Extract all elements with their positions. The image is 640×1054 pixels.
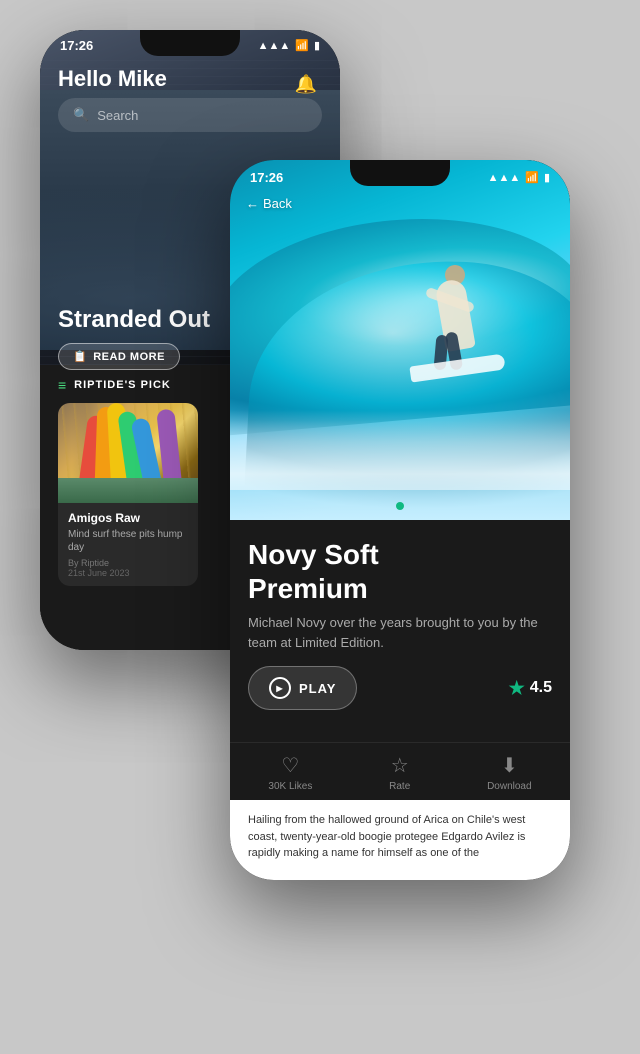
progress-dot [396, 502, 404, 510]
wifi-icon: 📶 [295, 39, 309, 52]
rating-value: 4.5 [530, 679, 552, 697]
picks-card-body: Amigos Raw Mind surf these pits hump day… [58, 503, 198, 586]
surf-foam [230, 410, 570, 490]
download-label: Download [487, 781, 531, 792]
likes-label: 30K Likes [268, 781, 312, 792]
wifi-icon: 📶 [525, 171, 539, 184]
phone-1-header: Hello Mike 🔔 [40, 60, 340, 92]
tab-download[interactable]: ⬇ Download [487, 753, 531, 792]
tab-rate[interactable]: ☆ Rate [389, 753, 410, 792]
bottom-description: Hailing from the hallowed ground of Aric… [248, 812, 552, 862]
picks-card-description: Mind surf these pits hump day [68, 528, 188, 554]
tab-bar: ♡ 30K Likes ☆ Rate ⬇ Download [230, 742, 570, 800]
content-description: Michael Novy over the years brought to y… [248, 613, 552, 652]
picks-label: RIPTIDE'S PICK [74, 379, 171, 391]
phone-2-status-icons: ▲▲▲ 📶 ▮ [488, 171, 550, 184]
bell-icon[interactable]: 🔔 [290, 68, 322, 100]
bottom-text-section: Hailing from the hallowed ground of Aric… [230, 800, 570, 880]
actions-row: ▶ PLAY ★ 4.5 [248, 666, 552, 710]
phone-2-notch [350, 160, 450, 186]
content-title: Novy Soft Premium [248, 538, 552, 605]
phone-1-status-icons: ▲▲▲ 📶 ▮ [258, 39, 320, 52]
search-bar[interactable]: 🔍 Search [58, 98, 322, 132]
read-more-icon: 📋 [73, 350, 87, 363]
picks-icon: ≡ [58, 377, 66, 393]
phone-2-time: 17:26 [250, 170, 283, 185]
featured-title: Stranded Out [58, 306, 210, 335]
phone-2-screen: 17:26 ▲▲▲ 📶 ▮ ← Back [230, 160, 570, 880]
title-line-1: Novy Soft [248, 539, 379, 570]
greeting-text: Hello Mike [58, 66, 322, 92]
battery-icon: ▮ [544, 171, 550, 184]
surf-scene [230, 160, 570, 520]
tab-likes[interactable]: ♡ 30K Likes [268, 753, 312, 792]
picks-card[interactable]: Amigos Raw Mind surf these pits hump day… [58, 403, 198, 586]
featured-section: Stranded Out 📋 READ MORE [58, 306, 210, 370]
rate-label: Rate [389, 781, 410, 792]
battery-icon: ▮ [314, 39, 320, 52]
read-more-label: READ MORE [93, 351, 165, 363]
play-label: PLAY [299, 681, 336, 696]
picks-card-image [58, 403, 198, 503]
rating-display: ★ 4.5 [509, 678, 552, 699]
star-icon: ★ [509, 678, 525, 699]
search-icon: 🔍 [73, 107, 89, 123]
search-placeholder: Search [97, 108, 138, 123]
picks-card-author: By Riptide [68, 558, 188, 568]
title-line-2: Premium [248, 573, 368, 604]
picks-card-date: 21st June 2023 [68, 568, 188, 578]
signal-icon: ▲▲▲ [488, 172, 521, 184]
read-more-button[interactable]: 📋 READ MORE [58, 343, 180, 370]
signal-icon: ▲▲▲ [258, 40, 291, 52]
back-button[interactable]: ← Back [246, 196, 292, 211]
surf-hero [230, 160, 570, 520]
back-arrow-icon: ← [246, 196, 259, 211]
star-outline-icon: ☆ [391, 753, 409, 778]
play-button[interactable]: ▶ PLAY [248, 666, 357, 710]
heart-icon: ♡ [281, 753, 299, 778]
picks-card-title: Amigos Raw [68, 511, 188, 525]
play-circle-icon: ▶ [269, 677, 291, 699]
phone-2: 17:26 ▲▲▲ 📶 ▮ ← Back [230, 160, 570, 880]
download-icon: ⬇ [501, 753, 518, 778]
back-label: Back [263, 196, 292, 211]
phone-1-notch [140, 30, 240, 56]
phone-1-time: 17:26 [60, 38, 93, 53]
